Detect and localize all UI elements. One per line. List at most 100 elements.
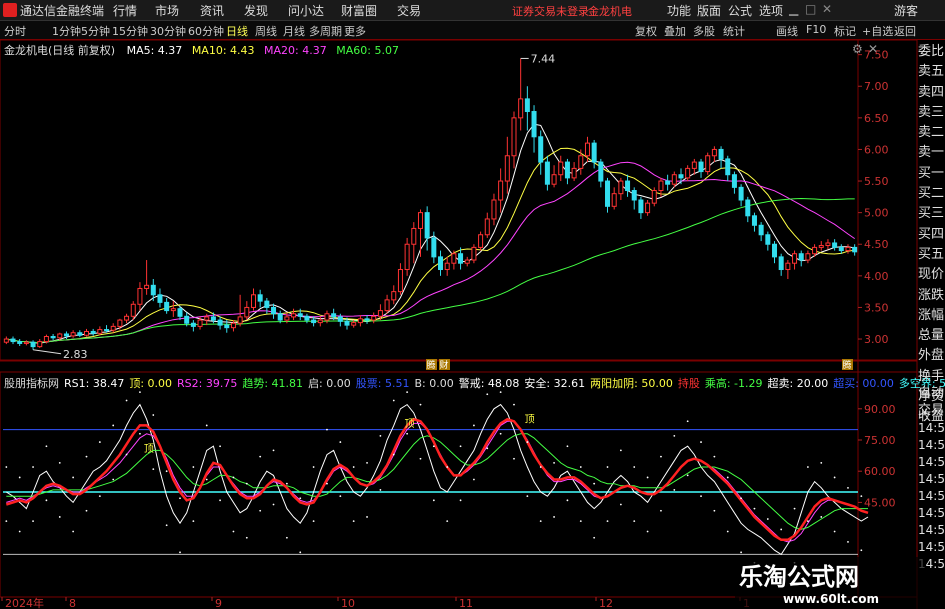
candle-body: [852, 246, 858, 253]
upper-band-dot: [32, 466, 34, 468]
tab-rixian[interactable]: 日线: [226, 23, 248, 39]
huaxian-button[interactable]: 画线: [776, 23, 798, 39]
minimize-icon[interactable]: ▁: [789, 2, 798, 16]
quote-field-label: 买三: [918, 206, 945, 222]
series-2-line: [6, 420, 869, 543]
tab-duozhouqi[interactable]: 多周期: [309, 23, 342, 39]
upper-band-dot: [165, 470, 168, 473]
candle-body: [291, 313, 297, 318]
upper-band-dot: [539, 466, 542, 468]
osc-tick-label: 45.00: [864, 496, 896, 509]
candle-body: [244, 306, 250, 318]
lower-band-dot: [513, 457, 515, 460]
upper-band-dot: [753, 507, 756, 510]
candle-body: [397, 269, 403, 293]
candle-body: [344, 320, 350, 326]
series-1-line: [6, 403, 869, 556]
candle-body: [164, 301, 170, 312]
tab-5min[interactable]: 5分钟: [81, 23, 110, 39]
menu-zixun[interactable]: 资讯: [200, 2, 224, 19]
time-column: 14:56 14:56 14:56 14:56 14:56 14:56 14:56 14:56…: [918, 420, 945, 573]
fuquan-button[interactable]: 复权: [635, 23, 657, 39]
tab-30min[interactable]: 30分钟: [150, 23, 186, 39]
candle-body: [718, 148, 724, 160]
candle-body: [63, 333, 69, 337]
quote-field-label: 现价: [918, 267, 945, 283]
lower-band-dot: [339, 495, 342, 498]
candle-body: [491, 199, 497, 220]
upper-band-dot: [112, 424, 115, 427]
tab-fenshi[interactable]: 分时: [4, 23, 26, 39]
candle-body: [250, 294, 256, 308]
tab-1min[interactable]: 1分钟: [52, 23, 81, 39]
tab-zhouxian[interactable]: 周线: [255, 23, 277, 39]
indicator-legend-item: 两阳加阴: 50.00: [590, 377, 673, 390]
tab-gengduo[interactable]: 更多: [344, 23, 366, 39]
menu-banmian[interactable]: 版面: [697, 2, 721, 19]
diejia-button[interactable]: 叠加: [664, 23, 686, 39]
candle-body: [83, 330, 89, 336]
candle-body: [765, 234, 771, 245]
candle-body: [685, 167, 691, 179]
menu-wenxiaoda[interactable]: 问小达: [288, 2, 324, 19]
tab-15min[interactable]: 15分钟: [112, 23, 148, 39]
lower-band-dot: [473, 478, 475, 481]
lower-band-dot: [152, 468, 155, 471]
candle-body: [43, 336, 49, 343]
menu-jiaoyi[interactable]: 交易: [397, 2, 421, 19]
menu-gongshi[interactable]: 公式: [728, 2, 752, 19]
biaoji-button[interactable]: 标记: [834, 23, 856, 39]
upper-band-dot: [352, 466, 355, 468]
settings-gear-icon[interactable]: ⚙: [852, 42, 863, 56]
menu-xuanxiang[interactable]: 选项: [759, 2, 783, 19]
tab-60min[interactable]: 60分钟: [188, 23, 224, 39]
menu-caifuquan[interactable]: 财富圈: [341, 2, 377, 19]
candle-body: [772, 243, 778, 258]
lower-band-dot: [833, 530, 836, 533]
top-stock-name: 金龙机电: [588, 5, 632, 18]
candle-body: [271, 306, 277, 315]
close-icon[interactable]: ✕: [822, 2, 832, 16]
candle-body: [104, 329, 110, 332]
upper-band-dot: [486, 393, 489, 396]
f10-button[interactable]: F10: [806, 23, 826, 36]
lower-band-dot: [713, 509, 716, 512]
upper-band-dot: [219, 445, 221, 448]
menu-gongneng[interactable]: 功能: [667, 2, 691, 19]
guest-label[interactable]: 游客: [894, 2, 918, 19]
candle-body: [671, 174, 677, 185]
candle-body: [284, 316, 290, 321]
upper-band-dot: [740, 497, 743, 500]
candle-body: [705, 155, 711, 173]
menu-hangqing[interactable]: 行情: [113, 2, 137, 19]
candle-body: [758, 224, 764, 236]
close-panel-icon[interactable]: ✕: [868, 42, 878, 56]
upper-band-dot: [700, 441, 702, 443]
menu-shichang[interactable]: 市场: [155, 2, 179, 19]
add-watchlist-button[interactable]: +自选: [862, 23, 893, 39]
upper-band-dot: [780, 528, 783, 531]
candle-body: [625, 180, 631, 192]
upper-band-dot: [406, 391, 409, 394]
candle-body: [77, 332, 83, 336]
chart-canvas[interactable]: 7.442.83腾财腾 7.507.006.506.005.505.004.50…: [0, 0, 945, 609]
lower-band-dot: [673, 489, 676, 491]
upper-band-dot: [245, 482, 248, 485]
lower-band-dot: [646, 530, 649, 533]
upper-band-dot: [513, 403, 515, 406]
trade-label[interactable]: 交易: [918, 402, 945, 419]
duogu-button[interactable]: 多股: [693, 23, 715, 39]
candle-body: [57, 333, 63, 339]
upper-band-dot: [72, 476, 75, 479]
maximize-icon[interactable]: □: [805, 2, 816, 16]
tongji-button[interactable]: 统计: [723, 23, 745, 39]
login-notice[interactable]: 证券交易未登录: [512, 3, 589, 19]
candle-body: [464, 259, 470, 264]
indicator-title: 股朋指标网: [4, 377, 59, 390]
candle-body: [645, 202, 651, 214]
back-button[interactable]: 返回: [894, 23, 916, 39]
tab-yuexian[interactable]: 月线: [283, 23, 305, 39]
menu-faxian[interactable]: 发现: [244, 2, 268, 19]
trade-label[interactable]: 自动: [918, 385, 945, 402]
candle-body: [357, 318, 363, 324]
